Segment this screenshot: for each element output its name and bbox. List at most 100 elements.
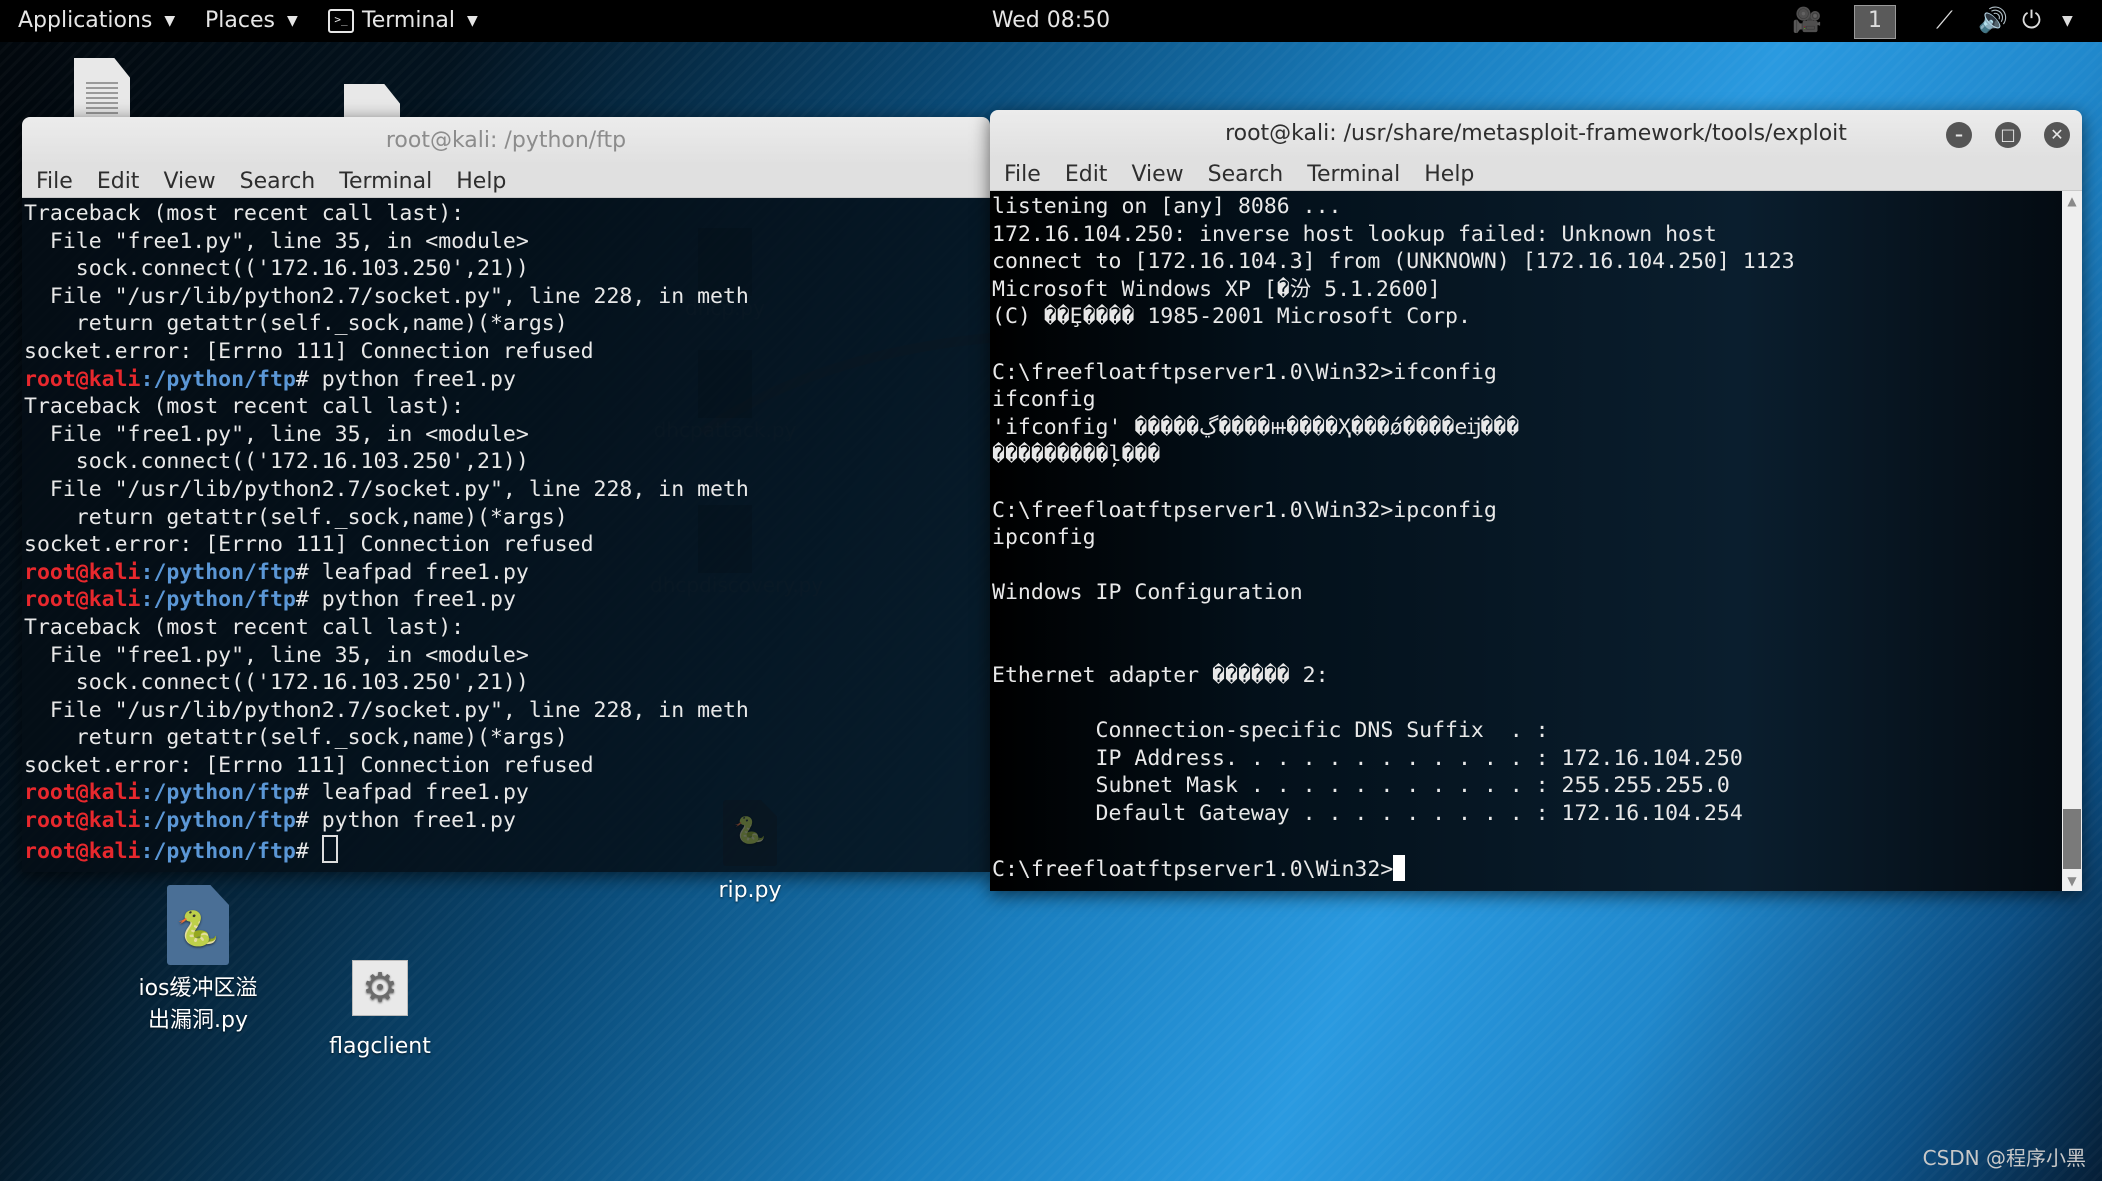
output-line: 'ifconfig' �����ڲ����ⲿ����Ҳ���ǿ����еĳ��� <box>992 414 1520 440</box>
output-line: Traceback (most recent call last): <box>24 614 465 640</box>
prompt-user: root@kali <box>24 587 141 613</box>
gear-icon: ⚙ <box>352 960 408 1016</box>
terminal-output[interactable]: listening on [any] 8086 ... 172.16.104.25… <box>990 191 2062 891</box>
menu-bar: File Edit View Search Terminal Help <box>990 158 2082 191</box>
terminal-window-python-ftp[interactable]: root@kali: /python/ftp File Edit View Se… <box>22 117 990 872</box>
output-line: ���������ļ��� <box>992 442 1161 468</box>
output-line: Connection-specific DNS Suffix . : <box>992 718 1549 744</box>
text-cursor <box>321 834 338 863</box>
terminal-window-exploit[interactable]: root@kali: /usr/share/metasploit-framewo… <box>990 110 2082 891</box>
menu-edit[interactable]: Edit <box>1065 162 1108 187</box>
command-text: # python free1.py <box>295 366 516 392</box>
python-file-icon: 🐍 <box>167 885 229 965</box>
prompt-line: root@kali:/python/ftp# leafpad free1.py <box>24 559 990 587</box>
menu-search[interactable]: Search <box>240 169 316 194</box>
output-line: listening on [any] 8086 ... <box>992 194 1342 219</box>
output-line: 172.16.104.250: inverse host lookup fail… <box>992 221 1717 247</box>
command-text: # python free1.py <box>295 587 516 613</box>
menu-view[interactable]: View <box>163 169 215 194</box>
power-icon[interactable]: ⏻ <box>2022 6 2041 34</box>
output-line: Subnet Mask . . . . . . . . . . . : 255.… <box>992 773 1730 799</box>
icon-label: ios缓冲区溢 <box>138 976 258 1001</box>
output-line: ifconfig <box>992 387 1096 413</box>
scroll-up-icon[interactable]: ▲ <box>2062 191 2082 211</box>
prompt-user: root@kali <box>24 808 141 834</box>
prompt-user: root@kali <box>24 366 141 392</box>
window-title[interactable]: root@kali: /usr/share/metasploit-framewo… <box>990 110 2082 158</box>
python-file-icon: 🐍 <box>723 800 777 866</box>
output-line: socket.error: [Errno 111] Connection ref… <box>24 338 594 364</box>
output-line: sock.connect(('172.16.103.250',21)) <box>24 256 529 282</box>
prompt-user: root@kali <box>24 780 141 806</box>
icon-label: 出漏洞.py <box>148 1008 248 1033</box>
command-text: # leafpad free1.py <box>295 559 529 585</box>
menu-file[interactable]: File <box>1004 162 1041 187</box>
text-cursor <box>1393 855 1406 882</box>
prompt-line: C:\freefloatftpserver1.0\Win32> <box>992 855 2062 884</box>
maximize-button[interactable]: □ <box>1995 122 2021 148</box>
icon-label: flagclient <box>329 1034 431 1059</box>
prompt-path: :/python/ftp <box>140 838 296 864</box>
command-text: # leafpad free1.py <box>295 780 529 806</box>
output-line: return getattr(self._sock,name)(*args) <box>24 725 568 751</box>
volume-icon[interactable]: 🔊 <box>1978 6 2008 34</box>
prompt-path: :/python/ftp <box>140 780 296 806</box>
close-button[interactable]: ✕ <box>2044 122 2070 148</box>
workspace-indicator[interactable]: 1 <box>1854 5 1896 39</box>
output-line: Traceback (most recent call last): <box>24 201 465 226</box>
output-line: (C) ��Ȩ���� 1985-2001 Microsoft Corp. <box>992 304 1471 330</box>
command-text: # <box>295 838 322 864</box>
prompt-path: :/python/ftp <box>140 559 296 585</box>
output-line: File "free1.py", line 35, in <module> <box>24 228 529 254</box>
scrollbar-thumb[interactable] <box>2063 809 2081 869</box>
output-line: sock.connect(('172.16.103.250',21)) <box>24 449 529 475</box>
desktop-icon-rip-py[interactable]: 🐍 rip.py <box>700 800 800 903</box>
output-line: File "/usr/lib/python2.7/socket.py", lin… <box>24 283 749 309</box>
menu-help[interactable]: Help <box>456 169 506 194</box>
output-line: connect to [172.16.104.3] from (UNKNOWN)… <box>992 249 1795 275</box>
network-icon[interactable]: ⟋ <box>1936 6 1953 34</box>
prompt-path: :/python/ftp <box>140 808 296 834</box>
output-line: IP Address. . . . . . . . . . . . : 172.… <box>992 745 1743 771</box>
menu-help[interactable]: Help <box>1424 162 1474 187</box>
menu-edit[interactable]: Edit <box>97 169 140 194</box>
prompt-line: root@kali:/python/ftp# python free1.py <box>24 807 990 835</box>
prompt-user: root@kali <box>24 838 141 864</box>
video-icon[interactable]: 🎥 <box>1792 6 1822 34</box>
prompt-line: root@kali:/python/ftp# python free1.py <box>24 366 990 394</box>
output-line: socket.error: [Errno 111] Connection ref… <box>24 752 594 778</box>
menu-file[interactable]: File <box>36 169 73 194</box>
window-title[interactable]: root@kali: /python/ftp <box>22 117 990 165</box>
chevron-down-icon[interactable]: ▼ <box>2062 13 2073 29</box>
output-line: Traceback (most recent call last): <box>24 394 465 420</box>
minimize-button[interactable]: – <box>1946 122 1972 148</box>
command-prompt: C:\freefloatftpserver1.0\Win32> <box>992 857 1394 883</box>
output-line: ipconfig <box>992 525 1096 551</box>
clock[interactable]: Wed 08:50 <box>0 8 2102 33</box>
menu-view[interactable]: View <box>1131 162 1183 187</box>
output-line: File "/usr/lib/python2.7/socket.py", lin… <box>24 697 749 723</box>
terminal-output[interactable]: Traceback (most recent call last): File … <box>22 198 990 872</box>
desktop-icon-flagclient[interactable]: ⚙ flagclient <box>320 960 440 1059</box>
menu-search[interactable]: Search <box>1208 162 1284 187</box>
scroll-down-icon[interactable]: ▼ <box>2062 871 2082 891</box>
prompt-path: :/python/ftp <box>140 366 296 392</box>
menu-bar: File Edit View Search Terminal Help <box>22 165 990 198</box>
output-line: Ethernet adapter ������ 2: <box>992 663 1329 689</box>
menu-terminal[interactable]: Terminal <box>339 169 432 194</box>
vertical-scrollbar[interactable]: ▲ ▼ <box>2062 191 2082 891</box>
prompt-line: root@kali:/python/ftp# <box>24 834 990 866</box>
output-line: Windows IP Configuration <box>992 580 1303 606</box>
prompt-user: root@kali <box>24 559 141 585</box>
output-line: return getattr(self._sock,name)(*args) <box>24 504 568 530</box>
desktop-icon-ios-overflow-py[interactable]: 🐍 ios缓冲区溢 出漏洞.py <box>128 885 268 1037</box>
menu-terminal[interactable]: Terminal <box>1307 162 1400 187</box>
output-line: File "free1.py", line 35, in <module> <box>24 421 529 447</box>
command-text: # python free1.py <box>295 808 516 834</box>
output-line: File "/usr/lib/python2.7/socket.py", lin… <box>24 476 749 502</box>
